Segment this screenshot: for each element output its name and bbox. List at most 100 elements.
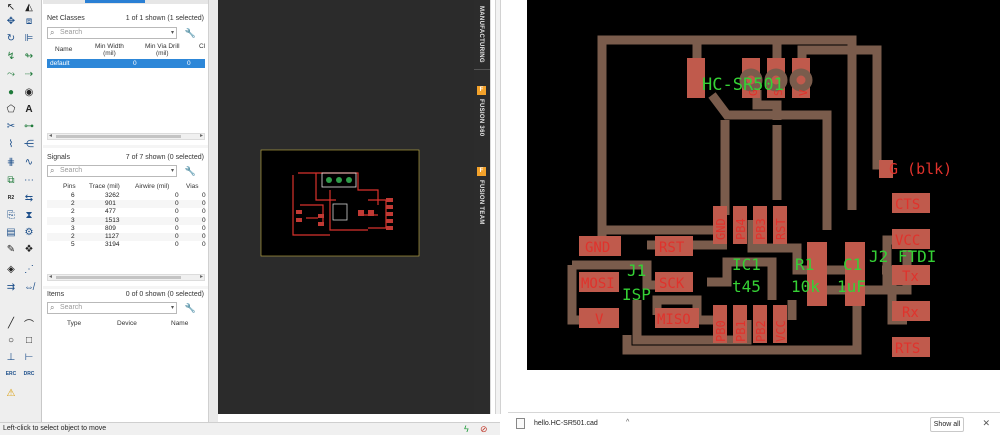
sensor-pad [326,177,332,183]
scroll-left-icon[interactable]: ◂ [49,273,52,280]
column-header-airwire[interactable]: Airwire (mil) [135,183,169,190]
wrench-icon[interactable]: 🔧 [185,28,196,39]
signals-search[interactable]: ⌕ Search ▾ [47,165,177,177]
download-item[interactable]: hello.HC-SR501.cad ^ [514,416,634,433]
attribute-icon[interactable]: ⇉ [4,280,18,294]
signal-icon[interactable]: ⋲ [22,137,36,151]
column-header-min-via-drill[interactable]: Min Via Drill (mil) [145,43,180,57]
route-icon[interactable]: ↯ [4,49,18,63]
align-icon[interactable]: ⊫ [22,31,36,45]
scroll-right-icon[interactable]: ▸ [200,273,203,280]
items-search[interactable]: ⌕ Search ▾ [47,302,177,314]
tab-label: MANUFACTURING [478,6,484,63]
lightning-icon[interactable]: ϟ [464,424,469,434]
polygon-icon[interactable]: ⬠ [4,102,18,116]
warning-icon[interactable]: ⚠ [4,386,18,400]
mark-icon[interactable]: ⇎ [22,280,36,294]
text-icon[interactable]: A [22,102,36,116]
column-header-device[interactable]: Device [117,320,137,327]
board-canvas[interactable] [218,0,474,414]
horizontal-scrollbar[interactable]: ◂ ▸ [47,133,205,140]
tab-fusion-360[interactable]: F FUSION 360 [474,86,490,156]
name-icon[interactable]: ▤ [4,225,18,239]
hole-icon[interactable]: ∿ [22,155,36,169]
via-icon[interactable]: ◉ [22,85,36,99]
pointer-icon[interactable]: ↖ [4,0,18,14]
column-header-vias[interactable]: Vias [186,183,199,190]
column-header-pins[interactable]: Pins [63,183,76,190]
column-header-trace[interactable]: Trace (mil) [89,183,120,190]
board-thumbnail-svg [260,149,420,257]
miter-icon[interactable]: ⋕ [4,155,18,169]
erc-icon[interactable]: ERC [4,367,18,381]
signal-pins: 5 [71,241,75,249]
chevron-down-icon[interactable]: ▾ [171,166,174,176]
split-icon[interactable]: ✂ [4,119,18,133]
optimize-icon[interactable]: ● [4,85,18,99]
copy-icon[interactable]: ⇆ [22,191,36,205]
panel-vertical-scrollbar[interactable] [208,0,218,422]
change-icon[interactable]: ⚙ [22,225,36,239]
chevron-up-icon[interactable]: ^ [626,419,629,426]
signal-vias: 0 [202,224,206,232]
chevron-down-icon[interactable]: ▾ [171,28,174,38]
mirror-icon[interactable]: ⧈ [22,14,36,28]
ripup-icon[interactable]: ↬ [22,49,36,63]
tag-icon[interactable]: ◈ [4,262,18,276]
table-row[interactable]: 2 477 0 0 [47,208,206,216]
dimension-icon[interactable]: ⊥ [4,350,18,364]
table-row[interactable]: 2 1127 0 0 [47,233,206,242]
scroll-thumb[interactable] [56,135,181,138]
label-c1: C1 [843,255,862,274]
label-icon[interactable]: ✎ [4,242,18,256]
table-row[interactable]: 5 3194 0 0 [47,241,206,249]
show-all-button[interactable]: Show all [930,417,964,432]
drc-icon[interactable]: DRC [22,367,36,381]
rotate-icon[interactable]: ↻ [4,31,18,45]
swap-icon[interactable]: ⇢ [22,67,36,81]
tool-palette: ↖ ◭ ✥ ⧈ ↻ ⊫ ↯ ↬ ⤳ ⇢ ● ◉ ⬠ A ✂ ⊶ ⌇ ⋲ ⋕ ∿ … [0,0,42,422]
table-row[interactable]: 3 1513 0 0 [47,216,206,225]
autoroute-icon[interactable]: ⤳ [4,67,18,81]
rect-icon[interactable]: □ [22,333,36,347]
wrench-icon[interactable]: 🔧 [185,166,196,177]
delete-icon[interactable]: ⎘ [4,208,18,222]
scroll-right-icon[interactable]: ▸ [200,132,203,139]
table-row[interactable]: default 0 0 [47,59,205,68]
line-icon[interactable]: ╱ [4,316,18,330]
ratsnest-icon[interactable]: ⋰ [22,262,36,276]
wrench-icon[interactable]: 🔧 [185,303,196,314]
column-header-min-width[interactable]: Min Width (mil) [95,43,124,57]
tab-manufacturing[interactable]: MANUFACTURING [474,0,490,70]
info-icon[interactable]: ◭ [22,0,36,14]
net-classes-search[interactable]: ⌕ Search ▾ [47,27,177,39]
stop-icon[interactable]: ⊘ [480,424,488,435]
pad-icon[interactable]: ⊢ [22,350,36,364]
tab-fusion-team[interactable]: F FUSION TEAM [474,167,490,237]
smash-icon[interactable]: ⋯ [22,173,36,187]
divider-scrollbar[interactable] [495,0,501,414]
scroll-left-icon[interactable]: ◂ [49,132,52,139]
table-row[interactable]: 6 3262 0 0 [47,192,206,200]
signal-airwire: 0 [175,208,179,216]
value-icon[interactable]: ⧗ [22,208,36,222]
table-row[interactable]: 2 901 0 0 [47,200,206,209]
wire-icon[interactable]: ⊶ [22,119,36,133]
move-icon[interactable]: ✥ [4,14,18,28]
group-icon[interactable]: ⧉ [4,173,18,187]
paste-icon[interactable]: R2 [4,191,18,205]
column-header-type[interactable]: Type [67,320,81,327]
close-icon[interactable]: ✕ [982,418,990,429]
gateswap-icon[interactable]: ❖ [22,242,36,256]
table-row[interactable]: 3 809 0 0 [47,224,206,233]
meander-icon[interactable]: ⌇ [4,137,18,151]
scroll-thumb[interactable] [56,276,181,279]
column-header-name[interactable]: Name [55,46,72,53]
chevron-down-icon[interactable]: ▾ [171,303,174,313]
circle-icon[interactable]: ○ [4,333,18,347]
column-header-cl[interactable]: Cl [199,43,205,50]
horizontal-scrollbar[interactable]: ◂ ▸ [47,274,205,281]
arc-icon[interactable]: ⌒ [22,316,36,331]
column-header-name[interactable]: Name [171,320,188,327]
pcb-layout-svg: HC-SR501 G (blk) CTS VCC J2 FTDI Tx Rx R… [567,35,952,357]
